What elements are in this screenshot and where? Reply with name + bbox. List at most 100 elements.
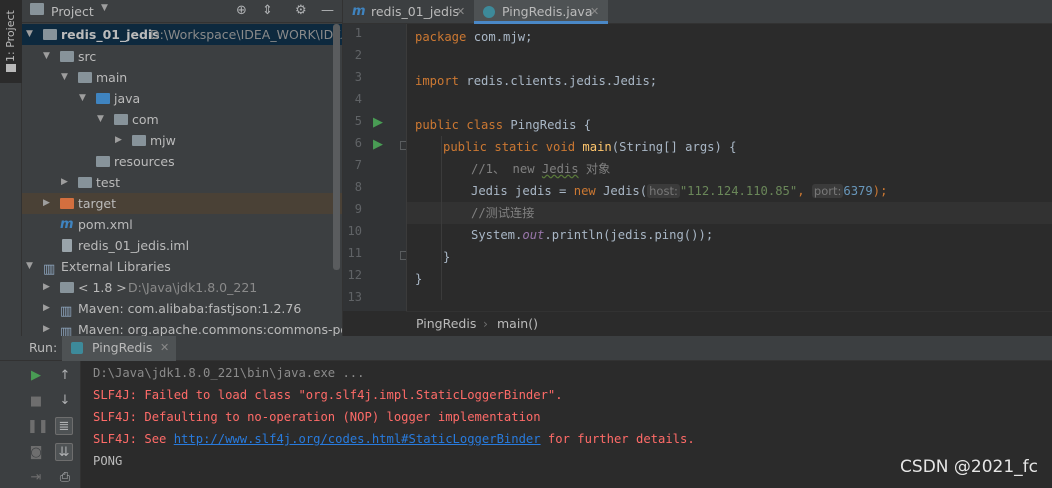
folder-icon — [60, 51, 74, 62]
run-gutter-icon[interactable]: ▶ — [373, 137, 383, 152]
tree-item-com[interactable]: ▼ com — [22, 109, 342, 130]
chevron-down-icon[interactable]: ▼ — [101, 3, 108, 13]
arrow-down-icon[interactable]: ↓ — [56, 392, 74, 410]
tree-item-external-libraries[interactable]: ▼ ▥ External Libraries — [22, 256, 342, 277]
project-panel-title[interactable]: Project — [51, 4, 94, 19]
tree-item-label: redis_01_jedis.iml — [78, 238, 190, 253]
chevron-down-icon[interactable]: ▼ — [97, 109, 104, 130]
code-line: Jedis jedis = new Jedis(host: "112.124.11… — [471, 184, 888, 198]
indent-guide — [441, 136, 442, 300]
line-number: 13 — [347, 290, 362, 304]
console-line: SLF4J: See http://www.slf4j.org/codes.ht… — [93, 432, 695, 446]
folder-icon — [78, 72, 92, 83]
tree-item-mjw[interactable]: ▶ mjw — [22, 130, 342, 151]
tree-item-label: java — [114, 91, 141, 106]
tab-pingredis-java[interactable]: PingRedis.java ✕ — [474, 0, 608, 24]
run-tab-pingredis[interactable]: PingRedis ✕ — [62, 336, 176, 361]
tree-item-java[interactable]: ▼ java — [22, 88, 342, 109]
tool-window-strip: 1: Project — [0, 0, 22, 336]
line-number: 3 — [354, 70, 362, 84]
console-link[interactable]: http://www.slf4j.org/codes.html#StaticLo… — [174, 432, 541, 446]
tab-label: redis_01_jedis — [371, 4, 459, 19]
print-icon[interactable]: ⎙ — [56, 469, 74, 487]
line-number: 1 — [354, 26, 362, 40]
code-line: System.out.println(jedis.ping()); — [471, 228, 714, 242]
chevron-right-icon[interactable]: ▶ — [115, 130, 122, 151]
folder-icon — [6, 64, 16, 72]
chevron-right-icon[interactable]: ▶ — [43, 277, 50, 298]
close-icon[interactable]: ✕ — [590, 0, 599, 24]
tab-redis-01-jedis[interactable]: m redis_01_jedis ✕ — [343, 0, 472, 24]
chevron-right-icon[interactable]: ▶ — [43, 193, 50, 214]
project-icon — [30, 3, 44, 15]
watermark: CSDN @2021_fc — [900, 457, 1038, 477]
stop-icon[interactable]: ■ — [27, 393, 45, 411]
package-icon — [114, 114, 128, 125]
breadcrumb-item[interactable]: PingRedis — [416, 312, 476, 336]
tree-item-src[interactable]: ▼ src — [22, 46, 342, 67]
code-line: } — [443, 250, 451, 264]
chevron-right-icon[interactable]: ▶ — [43, 298, 50, 319]
tree-item-commons-pool[interactable]: ▶ ▥ Maven: org.apache.commons:commons-po… — [22, 319, 342, 336]
tree-item-fastjson[interactable]: ▶ ▥ Maven: com.alibaba:fastjson:1.2.76 — [22, 298, 342, 319]
tree-item-project-root[interactable]: ▼ redis_01_jedis D:\Workspace\IDEA_WORK\… — [22, 24, 342, 45]
code-line: package com.mjw; — [415, 30, 533, 44]
chevron-right-icon[interactable]: ▶ — [61, 172, 68, 193]
tree-item-iml[interactable]: redis_01_jedis.iml — [22, 235, 342, 256]
breadcrumb-item[interactable]: main() — [497, 312, 538, 336]
pause-icon[interactable]: ❚❚ — [27, 418, 49, 436]
tree-item-label: < 1.8 > — [78, 280, 127, 295]
code-line: public class PingRedis { — [415, 118, 592, 132]
tree-item-resources[interactable]: resources — [22, 151, 342, 172]
project-tool-label: 1: Project — [4, 10, 17, 62]
chevron-down-icon[interactable]: ▼ — [26, 24, 33, 45]
tree-item-jdk[interactable]: ▶ < 1.8 > D:\Java\jdk1.8.0_221 — [22, 277, 342, 298]
breadcrumb: PingRedis › main() — [406, 311, 1052, 336]
chevron-down-icon[interactable]: ▼ — [61, 67, 68, 88]
excluded-folder-icon — [60, 198, 74, 209]
run-gutter-icon[interactable]: ▶ — [373, 115, 383, 130]
project-scrollbar[interactable] — [333, 24, 340, 270]
tree-item-label: main — [96, 70, 128, 85]
maven-icon: m — [60, 217, 74, 232]
soft-wrap-icon[interactable]: ≣ — [55, 417, 73, 435]
close-icon[interactable]: ✕ — [160, 336, 169, 360]
code-line: import redis.clients.jedis.Jedis; — [415, 74, 658, 88]
minimize-icon[interactable]: — — [321, 3, 334, 18]
tree-item-main[interactable]: ▼ main — [22, 67, 342, 88]
rerun-icon[interactable]: ▶ — [27, 367, 45, 385]
editor-gutter: 1 2 3 4 5 6 7 8 9 10 11 12 13 ▶ ▶ — [343, 24, 409, 311]
file-icon — [62, 239, 72, 252]
tree-item-target[interactable]: ▶ target — [22, 193, 342, 214]
line-number: 2 — [354, 48, 362, 62]
chevron-down-icon[interactable]: ▼ — [79, 88, 86, 109]
tree-item-label: src — [78, 49, 97, 64]
chevron-down-icon[interactable]: ▼ — [26, 256, 33, 277]
collapse-all-icon[interactable]: ⇕ — [262, 3, 273, 18]
scroll-to-end-icon[interactable]: ⇊ — [55, 443, 73, 461]
tree-item-test[interactable]: ▶ test — [22, 172, 342, 193]
editor-tab-bar: m redis_01_jedis ✕ PingRedis.java ✕ — [343, 0, 1052, 24]
close-icon[interactable]: ✕ — [456, 0, 465, 24]
locate-icon[interactable]: ⊕ — [236, 3, 247, 18]
code-editor[interactable]: package com.mjw; import redis.clients.je… — [406, 24, 1052, 311]
project-tool-tab[interactable]: 1: Project — [0, 0, 22, 83]
chevron-down-icon[interactable]: ▼ — [43, 46, 50, 67]
tree-item-label: resources — [114, 154, 175, 169]
console-line: SLF4J: Failed to load class "org.slf4j.i… — [93, 388, 563, 402]
run-panel-header: Run: PingRedis ✕ — [0, 336, 1052, 361]
gear-icon[interactable]: ⚙ — [295, 3, 307, 18]
chevron-right-icon[interactable]: ▶ — [43, 319, 50, 336]
tree-item-label: External Libraries — [61, 259, 171, 274]
exit-icon[interactable]: ⇥ — [27, 469, 45, 487]
jdk-icon — [60, 282, 74, 293]
arrow-up-icon[interactable]: ↑ — [56, 367, 74, 385]
camera-icon[interactable]: ◙ — [27, 444, 45, 462]
source-folder-icon — [96, 93, 110, 104]
run-label: Run: — [29, 340, 58, 355]
tree-item-pom[interactable]: m pom.xml — [22, 214, 342, 235]
code-line: public static void main(String[] args) { — [443, 140, 737, 154]
tree-item-label: pom.xml — [78, 217, 133, 232]
run-config-icon — [71, 342, 83, 354]
tab-label: PingRedis.java — [502, 4, 593, 19]
